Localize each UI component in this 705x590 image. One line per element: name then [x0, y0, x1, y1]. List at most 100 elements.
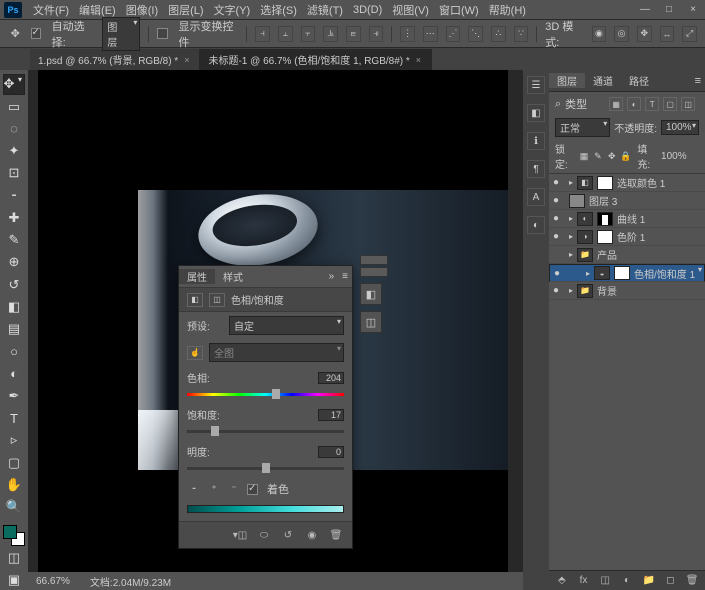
dist-vcenter-icon[interactable]: ∴	[491, 26, 506, 42]
filter-type-icon[interactable]: T	[645, 97, 659, 111]
eyedropper-sub-icon[interactable]: ⁻	[227, 482, 241, 496]
close-icon[interactable]: ×	[184, 55, 189, 65]
3d-pan-icon[interactable]: ✥	[637, 26, 652, 42]
align-bottom-icon[interactable]: ⫣	[369, 26, 384, 42]
info-panel-icon[interactable]: ℹ	[527, 132, 545, 150]
visibility-icon[interactable]: ●	[553, 231, 565, 242]
eyedropper-icon[interactable]: ⁃	[187, 482, 201, 496]
doc-tab-1[interactable]: 1.psd @ 66.7% (背景, RGB/8) *×	[30, 49, 200, 70]
menu-select[interactable]: 选择(S)	[255, 2, 302, 18]
menu-type[interactable]: 文字(Y)	[209, 2, 256, 18]
pen-tool[interactable]: ✒	[3, 386, 25, 406]
history-panel-icon[interactable]: ☰	[527, 76, 545, 94]
menu-3d[interactable]: 3D(D)	[348, 4, 387, 16]
layer-row[interactable]: ●▸◒色相/饱和度 1	[549, 264, 705, 282]
auto-select-checkbox[interactable]	[31, 28, 41, 39]
layer-fx-icon[interactable]: fx	[577, 574, 591, 588]
filter-kind-dropdown[interactable]: 类型	[565, 96, 605, 112]
clip-icon[interactable]: ▾◫	[232, 528, 248, 542]
auto-select-dropdown[interactable]: 图层	[102, 17, 140, 51]
lock-all-icon[interactable]: 🔒	[620, 150, 631, 162]
zoom-tool[interactable]: 🔍	[3, 497, 25, 517]
lock-position-icon[interactable]: ✥	[606, 150, 617, 162]
new-layer-icon[interactable]: ◻	[664, 574, 678, 588]
layer-row[interactable]: ●▸◑色阶 1	[549, 228, 705, 246]
3d-roll-icon[interactable]: ◎	[614, 26, 629, 42]
dist-hcenter-icon[interactable]: ⋯	[423, 26, 438, 42]
move-tool-icon[interactable]: ✥	[8, 26, 23, 42]
heal-tool[interactable]: ✚	[3, 208, 25, 228]
prev-state-icon[interactable]: ⬭	[256, 528, 272, 542]
3d-orbit-icon[interactable]: ◉	[592, 26, 607, 42]
dist-left-icon[interactable]: ⋮	[400, 26, 415, 42]
delete-adj-icon[interactable]: 🗑	[328, 528, 344, 542]
mask-preset-icon[interactable]: ◫	[360, 311, 382, 333]
lock-transparent-icon[interactable]: ▦	[579, 150, 590, 162]
doc-size[interactable]: 文档:2.04M/9.23M	[90, 574, 171, 589]
folder-icon[interactable]: ▸	[569, 286, 573, 295]
colorize-checkbox[interactable]	[247, 484, 258, 495]
path-tool[interactable]: ▹	[3, 430, 25, 450]
move-tool[interactable]: ✥	[3, 74, 25, 95]
visibility-icon[interactable]: ●	[553, 195, 565, 206]
mask-thumb[interactable]	[597, 212, 613, 226]
mask-thumb[interactable]	[597, 230, 613, 244]
visibility-icon[interactable]: ●	[553, 177, 565, 188]
type-tool[interactable]: T	[3, 408, 25, 428]
tab-layers[interactable]: 图层	[549, 73, 585, 88]
window-min-button[interactable]: —	[637, 4, 653, 16]
filter-pixel-icon[interactable]: ▦	[609, 97, 623, 111]
align-vcenter-icon[interactable]: ⫢	[346, 26, 361, 42]
toggle-vis-icon[interactable]: ◉	[304, 528, 320, 542]
opacity-field[interactable]: 100%	[661, 120, 699, 135]
wand-tool[interactable]: ✦	[3, 141, 25, 161]
layer-mask-icon[interactable]: ◫	[598, 574, 612, 588]
menu-image[interactable]: 图像(I)	[121, 2, 163, 18]
tab-channels[interactable]: 通道	[585, 73, 621, 88]
character-panel-icon[interactable]: A	[527, 188, 545, 206]
swatches-panel-icon[interactable]: ◧	[527, 104, 545, 122]
adjustments-panel-icon[interactable]: ◐	[527, 216, 545, 234]
visibility-icon[interactable]: ●	[553, 285, 565, 296]
align-right-icon[interactable]: ⫟	[301, 26, 316, 42]
dock-tab[interactable]	[360, 255, 388, 265]
visibility-icon[interactable]: ●	[553, 213, 565, 224]
layer-name[interactable]: 背景	[597, 283, 701, 298]
align-left-icon[interactable]: ⫞	[255, 26, 270, 42]
doc-tab-2[interactable]: 未标题-1 @ 66.7% (色相/饱和度 1, RGB/8#) *×	[200, 49, 432, 70]
layer-name[interactable]: 色阶 1	[617, 229, 701, 244]
finger-icon[interactable]: ☝	[187, 346, 203, 360]
panel-menu-icon[interactable]: ≡	[338, 271, 352, 282]
light-field[interactable]: 0	[318, 446, 344, 458]
filter-kind-icon[interactable]: ⌕	[555, 98, 561, 111]
color-swatches[interactable]	[3, 525, 25, 545]
menu-window[interactable]: 窗口(W)	[434, 2, 484, 18]
dist-right-icon[interactable]: ⋰	[446, 26, 461, 42]
dist-top-icon[interactable]: ⋱	[468, 26, 483, 42]
eyedropper-tool[interactable]: ⁃	[3, 186, 25, 206]
menu-layer[interactable]: 图层(L)	[163, 2, 208, 18]
blur-tool[interactable]: ○	[3, 341, 25, 361]
layer-row[interactable]: ●▸◧选取颜色 1	[549, 174, 705, 192]
new-group-icon[interactable]: 📁	[642, 574, 656, 588]
eraser-tool[interactable]: ◧	[3, 297, 25, 317]
layer-row[interactable]: ▸📁产品	[549, 246, 705, 264]
show-transform-checkbox[interactable]	[157, 28, 167, 39]
brush-tool[interactable]: ✎	[3, 230, 25, 250]
collapse-icon[interactable]: »	[325, 271, 339, 282]
quickmask-tool[interactable]: ◫	[3, 548, 25, 568]
3d-slide-icon[interactable]: ↔	[660, 26, 675, 42]
fill-field[interactable]: 100%	[661, 151, 699, 162]
light-slider[interactable]	[187, 463, 344, 473]
link-layers-icon[interactable]: ⬘	[555, 574, 569, 588]
menu-filter[interactable]: 滤镜(T)	[302, 2, 348, 18]
dodge-tool[interactable]: ◐	[3, 364, 25, 384]
layer-name[interactable]: 曲线 1	[617, 211, 701, 226]
layer-row[interactable]: ●▸📁背景	[549, 282, 705, 300]
folder-icon[interactable]: ▸	[569, 250, 573, 259]
visibility-icon[interactable]: ●	[554, 268, 566, 279]
preset-dropdown[interactable]: 自定	[229, 316, 344, 335]
lasso-tool[interactable]: ◌	[3, 119, 25, 139]
layer-row[interactable]: ●图层 3	[549, 192, 705, 210]
menu-edit[interactable]: 编辑(E)	[74, 2, 121, 18]
